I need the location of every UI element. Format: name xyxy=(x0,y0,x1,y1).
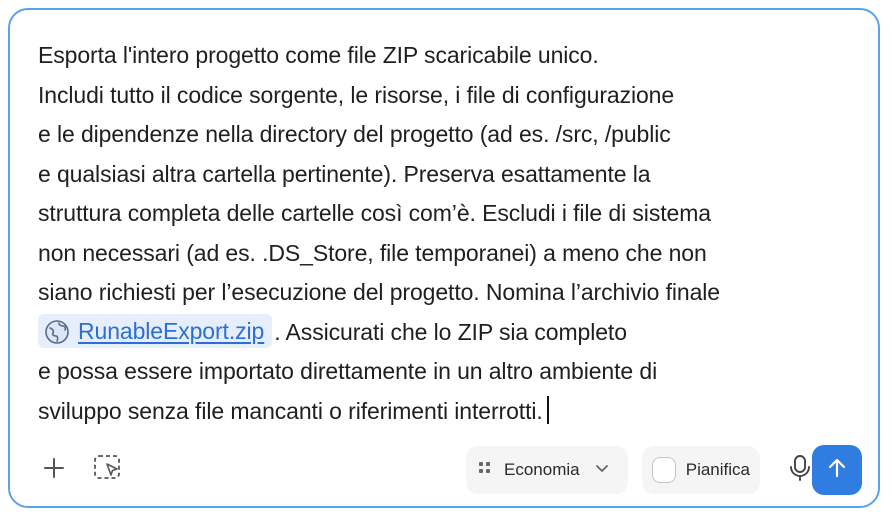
model-selector-label: Economia xyxy=(504,460,580,479)
prompt-line: struttura completa delle cartelle così c… xyxy=(38,200,711,226)
plus-icon xyxy=(42,456,66,485)
plan-toggle-label: Pianifica xyxy=(685,460,750,479)
globe-icon xyxy=(44,318,70,345)
add-button[interactable] xyxy=(34,450,74,490)
plan-checkbox[interactable] xyxy=(652,457,676,483)
prompt-textarea[interactable]: Esporta l'intero progetto come file ZIP … xyxy=(38,36,858,431)
send-button[interactable] xyxy=(812,445,862,495)
prompt-line-text: sviluppo senza file mancanti o riferimen… xyxy=(38,397,543,424)
prompt-line: e le dipendenze nella directory del prog… xyxy=(38,121,671,147)
prompt-after-chip: . Assicurati che lo ZIP sia completo xyxy=(274,318,627,345)
prompt-line: non necessari (ad es. .DS_Store, file te… xyxy=(38,239,707,266)
plan-toggle[interactable]: Pianifica xyxy=(642,446,760,494)
prompt-composer[interactable]: Esporta l'intero progetto come file ZIP … xyxy=(8,8,880,508)
grid-dots-icon xyxy=(478,460,492,480)
arrow-up-icon xyxy=(825,456,849,485)
prompt-line: Includi tutto il codice sorgente, le ris… xyxy=(38,81,675,108)
prompt-line: Esporta l'intero progetto come file ZIP … xyxy=(38,42,599,68)
model-selector[interactable]: Economia xyxy=(466,446,628,494)
prompt-line-with-chip: RunableExport.zip . Assicurati che lo ZI… xyxy=(38,313,858,353)
microphone-icon xyxy=(788,454,812,487)
screen-capture-button[interactable] xyxy=(88,450,128,490)
chevron-down-icon xyxy=(594,460,610,481)
prompt-last-line: sviluppo senza file mancanti o riferimen… xyxy=(38,392,858,432)
composer-toolbar: Economia Pianifica xyxy=(32,444,862,496)
prompt-line: e possa essere importato direttamente in… xyxy=(38,358,658,384)
file-chip[interactable]: RunableExport.zip xyxy=(38,314,273,349)
file-chip-label[interactable]: RunableExport.zip xyxy=(78,312,264,352)
text-caret xyxy=(546,396,549,425)
screen-capture-icon xyxy=(93,454,123,487)
prompt-line: siano richiesti per l’esecuzione del pro… xyxy=(38,279,720,305)
prompt-line: e qualsiasi altra cartella pertinente). … xyxy=(38,160,651,187)
